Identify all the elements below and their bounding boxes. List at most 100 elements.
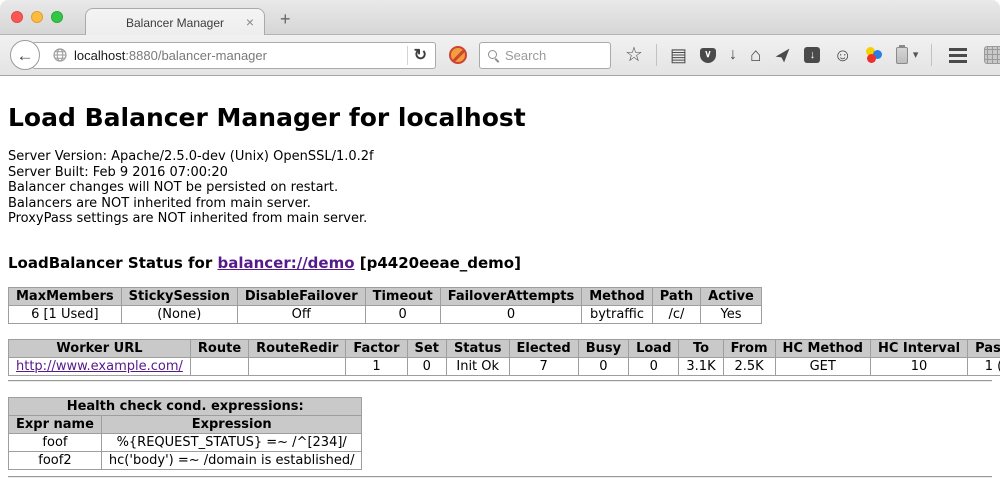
col-path: Path <box>652 287 700 305</box>
bookmark-star-icon[interactable]: ☆ <box>625 45 643 65</box>
toolbar-icons: ☆ ▤ ∨ ↓ ⌂ ↓ ☺ ▾ <box>625 44 1000 66</box>
proxypass-note-line: ProxyPass settings are NOT inherited fro… <box>8 211 992 227</box>
cell-hc-interval: 10 <box>870 357 967 375</box>
section-divider <box>8 380 992 382</box>
cell-to: 3.1K <box>679 357 723 375</box>
tab-title: Balancer Manager <box>126 16 224 30</box>
tile-grid-extension-icon[interactable] <box>984 46 1000 64</box>
col-expression: Expression <box>101 415 362 433</box>
col-stickysession: StickySession <box>121 287 237 305</box>
pocket-icon[interactable]: ∨ <box>700 48 716 63</box>
bottom-divider <box>8 476 992 478</box>
colored-dots-extension-icon[interactable] <box>865 46 883 64</box>
overflow-caret-icon[interactable]: ▾ <box>913 50 919 61</box>
server-built-line: Server Built: Feb 9 2016 07:00:20 <box>8 165 992 181</box>
col-set: Set <box>407 339 446 357</box>
worker-url-link[interactable]: http://www.example.com/ <box>16 359 183 374</box>
url-divider <box>407 46 408 65</box>
toolbar-divider <box>656 44 657 66</box>
status-prefix: LoadBalancer Status for <box>8 254 217 272</box>
col-busy: Busy <box>578 339 628 357</box>
col-hc-interval: HC Interval <box>870 339 967 357</box>
server-info: Server Version: Apache/2.5.0-dev (Unix) … <box>8 149 992 227</box>
cell-set: 0 <box>407 357 446 375</box>
cell-disablefailover: Off <box>237 305 365 323</box>
cell-busy: 0 <box>578 357 628 375</box>
table-header-row: Worker URL Route RouteRedir Factor Set S… <box>9 339 1000 357</box>
downloads-icon[interactable]: ↓ <box>729 47 737 63</box>
plugin-blocked-icon[interactable] <box>449 46 467 64</box>
close-window-button[interactable] <box>11 11 23 23</box>
home-icon[interactable]: ⌂ <box>750 46 761 65</box>
cell-factor: 1 <box>346 357 407 375</box>
table-header-row: MaxMembers StickySession DisableFailover… <box>9 287 762 305</box>
cell-method: bytraffic <box>582 305 652 323</box>
download-helper-extension-icon[interactable]: ↓ <box>804 47 820 63</box>
navigation-toolbar: ← localhost:8880/balancer-manager ↻ ☆ ▤ … <box>0 35 1000 76</box>
balancer-settings-table: MaxMembers StickySession DisableFailover… <box>8 287 762 324</box>
tab-close-icon[interactable]: × <box>246 14 254 30</box>
health-table-title: Health check cond. expressions: <box>9 397 362 415</box>
col-passes: Passes <box>968 339 1000 357</box>
back-arrow-icon: ← <box>17 47 34 64</box>
status-suffix: [p4420eeae_demo] <box>355 254 521 272</box>
back-button[interactable]: ← <box>10 40 40 70</box>
url-text[interactable]: localhost:8880/balancer-manager <box>74 48 401 63</box>
cell-maxmembers: 6 [1 Used] <box>9 305 122 323</box>
cell-failoverattempts: 0 <box>440 305 582 323</box>
search-input[interactable] <box>503 47 593 64</box>
col-elected: Elected <box>509 339 578 357</box>
col-from: From <box>723 339 775 357</box>
cell-from: 2.5K <box>723 357 775 375</box>
url-domain: localhost <box>74 48 125 63</box>
col-failoverattempts: FailoverAttempts <box>440 287 582 305</box>
search-icon <box>488 50 497 59</box>
persist-note-line: Balancer changes will NOT be persisted o… <box>8 180 992 196</box>
send-tab-icon[interactable] <box>774 47 791 64</box>
tab-balancer-manager[interactable]: Balancer Manager × <box>85 8 265 36</box>
col-routeredir: RouteRedir <box>249 339 346 357</box>
col-hc-method: HC Method <box>775 339 870 357</box>
cell-path: /c/ <box>652 305 700 323</box>
url-bar[interactable]: localhost:8880/balancer-manager ↻ <box>32 42 436 69</box>
col-status: Status <box>446 339 509 357</box>
search-bar[interactable] <box>479 42 611 69</box>
browser-window: Balancer Manager × + ← localhost:8880/ba… <box>0 0 1000 491</box>
url-path: :8880/balancer-manager <box>125 48 267 63</box>
col-load: Load <box>629 339 679 357</box>
cell-worker-url: http://www.example.com/ <box>9 357 191 375</box>
table-row: foof %{REQUEST_STATUS} =~ /^[234]/ <box>9 433 362 451</box>
balancer-demo-link[interactable]: balancer://demo <box>217 254 354 272</box>
tab-bar: Balancer Manager × + <box>0 0 1000 35</box>
cell-passes: 1 (0) <box>968 357 1000 375</box>
menu-icon[interactable] <box>949 54 967 57</box>
reload-button[interactable]: ↻ <box>414 45 435 65</box>
col-route: Route <box>190 339 248 357</box>
cell-routeredir <box>249 357 346 375</box>
table-row: 6 [1 Used] (None) Off 0 0 bytraffic /c/ … <box>9 305 762 323</box>
fullscreen-window-button[interactable] <box>51 11 63 23</box>
window-controls <box>11 11 63 23</box>
globe-icon <box>53 48 67 62</box>
battery-extension-icon[interactable] <box>896 47 908 64</box>
col-method: Method <box>582 287 652 305</box>
cell-hc-method: GET <box>775 357 870 375</box>
worker-row: http://www.example.com/ 1 0 Init Ok 7 0 … <box>9 357 1000 375</box>
cell-expr-name: foof <box>9 433 102 451</box>
reading-list-icon[interactable]: ▤ <box>670 46 687 64</box>
balancers-note-line: Balancers are NOT inherited from main se… <box>8 196 992 212</box>
minimize-window-button[interactable] <box>31 11 43 23</box>
cell-stickysession: (None) <box>121 305 237 323</box>
server-version-line: Server Version: Apache/2.5.0-dev (Unix) … <box>8 149 992 165</box>
table-row: foof2 hc('body') =~ /domain is establish… <box>9 451 362 469</box>
toolbar-divider <box>931 44 932 66</box>
col-maxmembers: MaxMembers <box>9 287 122 305</box>
feedback-smiley-icon[interactable]: ☺ <box>833 46 851 64</box>
loadbalancer-status-heading: LoadBalancer Status for balancer://demo … <box>8 254 992 272</box>
worker-table: Worker URL Route RouteRedir Factor Set S… <box>8 339 1000 376</box>
health-check-table: Health check cond. expressions: Expr nam… <box>8 397 362 470</box>
cell-timeout: 0 <box>365 305 440 323</box>
table-header-row: Expr name Expression <box>9 415 362 433</box>
table-title-row: Health check cond. expressions: <box>9 397 362 415</box>
new-tab-button[interactable]: + <box>280 10 291 28</box>
